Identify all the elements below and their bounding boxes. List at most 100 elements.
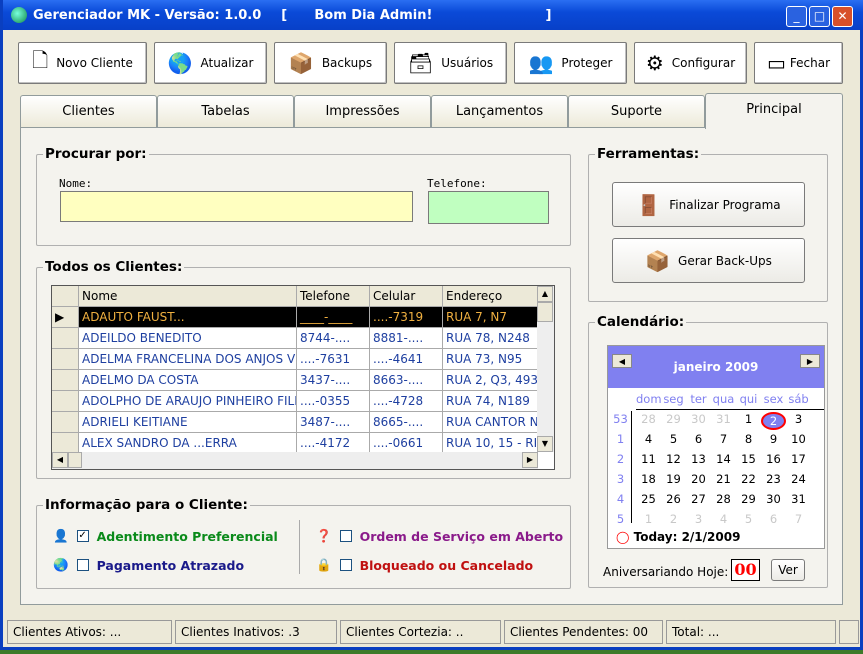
calendar-day[interactable]: 14 [711, 452, 736, 466]
row-selector[interactable]: ▶ [52, 307, 79, 327]
calendar-day[interactable]: 20 [686, 472, 711, 486]
calendar-day[interactable]: 10 [786, 432, 811, 446]
info-atrazado[interactable]: 🌏 Pagamento Atrazado [53, 557, 244, 573]
calendar-day[interactable]: 27 [686, 492, 711, 506]
calendar-day[interactable]: 4 [711, 512, 736, 526]
table-cell[interactable]: 8665-.... [370, 412, 443, 432]
row-selector[interactable] [52, 412, 79, 432]
table-cell[interactable]: RUA 2, Q3, 493 [443, 370, 538, 390]
calendar-day[interactable]: 28 [636, 412, 661, 426]
info-preferencial[interactable]: 👤 ✓ Adentimento Preferencial [53, 528, 278, 544]
calendar-day[interactable]: 2 [661, 512, 686, 526]
table-cell[interactable]: ADOLPHO DE ARAUJO PINHEIRO FILH [79, 391, 297, 411]
tab-principal[interactable]: Principal [705, 93, 843, 129]
finalizar-programa-button[interactable]: 🚪 Finalizar Programa [612, 182, 805, 227]
table-row[interactable]: ADEILDO BENEDITO 8744-.... 8881-.... RUA 78… [52, 328, 538, 349]
table-cell[interactable]: RUA 74, N189 [443, 391, 538, 411]
tab-suporte[interactable]: Suporte [568, 95, 705, 128]
table-cell[interactable]: 8744-.... [297, 328, 370, 348]
info-ordem[interactable]: ❓ Ordem de Serviço em Aberto [316, 528, 563, 544]
gerar-backups-button[interactable]: 📦 Gerar Back-Ups [612, 238, 805, 283]
prev-month-button[interactable]: ◀ [612, 354, 632, 368]
maximize-button[interactable]: □ [809, 6, 830, 27]
calendar-day[interactable]: 24 [786, 472, 811, 486]
table-cell[interactable]: ....-4641 [370, 349, 443, 369]
calendar-day[interactable]: 7 [786, 512, 811, 526]
calendar-day[interactable]: 4 [636, 432, 661, 446]
atualizar-button[interactable]: 🌎 Atualizar [154, 42, 267, 84]
scroll-up-button[interactable]: ▲ [537, 286, 553, 302]
calendar-day[interactable]: 30 [761, 492, 786, 506]
tab-tabelas[interactable]: Tabelas [157, 95, 294, 128]
calendar-day[interactable]: 11 [636, 452, 661, 466]
calendar-day[interactable]: 15 [736, 452, 761, 466]
next-month-button[interactable]: ▶ [800, 354, 820, 368]
vertical-scrollbar[interactable]: ▲ ▼ [537, 286, 554, 452]
scroll-thumb[interactable] [537, 302, 553, 322]
table-cell[interactable]: ....-0355 [297, 391, 370, 411]
minimize-button[interactable]: _ [786, 6, 807, 27]
bloqueado-checkbox[interactable] [339, 559, 352, 571]
calendar-day[interactable]: 26 [661, 492, 686, 506]
table-cell[interactable]: RUA CANTOR NE [443, 412, 538, 432]
table-cell[interactable]: ADAUTO FAUST... [79, 307, 297, 327]
table-row[interactable]: ADELMA FRANCELINA DOS ANJOS VII ....-7631… [52, 349, 538, 370]
table-cell[interactable]: RUA 10, 15 - RIA [443, 433, 538, 453]
calendar-day[interactable]: 3 [686, 512, 711, 526]
calendar-day[interactable]: 21 [711, 472, 736, 486]
table-cell[interactable]: ....-7631 [297, 349, 370, 369]
table-cell[interactable]: ADRIELI KEITIANE [79, 412, 297, 432]
ordem-checkbox[interactable] [339, 530, 352, 542]
column-header-telefone[interactable]: Telefone [297, 286, 370, 306]
calendar-day[interactable]: 12 [661, 452, 686, 466]
hscroll-thumb[interactable] [68, 452, 82, 468]
table-cell[interactable]: 8663-.... [370, 370, 443, 390]
table-cell[interactable]: 3487-.... [297, 412, 370, 432]
calendar-day[interactable]: 19 [661, 472, 686, 486]
table-cell[interactable]: ALEX SANDRO DA ...ERRA [79, 433, 297, 453]
fechar-button[interactable]: ▭ Fechar [754, 42, 843, 84]
calendar-day[interactable]: 25 [636, 492, 661, 506]
calendar-day[interactable]: 5 [736, 512, 761, 526]
scroll-left-button[interactable]: ◀ [52, 452, 68, 468]
column-header-nome[interactable]: Nome [79, 286, 297, 306]
table-row[interactable]: ▶ ADAUTO FAUST... ____-____ ....-7319 RUA 7,… [52, 307, 538, 328]
table-row[interactable]: ADRIELI KEITIANE 3487-.... 8665-.... RUA CA… [52, 412, 538, 433]
horizontal-scrollbar[interactable]: ◀ ▶ [52, 452, 538, 469]
tab-impressoes[interactable]: Impressões [294, 95, 431, 128]
calendar-day[interactable]: 29 [661, 412, 686, 426]
scroll-down-button[interactable]: ▼ [537, 436, 553, 452]
ver-button[interactable]: Ver [771, 559, 805, 581]
table-cell[interactable]: RUA 78, N248 [443, 328, 538, 348]
usuarios-button[interactable]: 🗃 Usuários [394, 42, 507, 84]
table-cell[interactable]: 8881-.... [370, 328, 443, 348]
info-bloqueado[interactable]: 🔒 Bloqueado ou Cancelado [316, 557, 533, 573]
calendar-day[interactable]: 16 [761, 452, 786, 466]
table-cell[interactable]: ADELMA FRANCELINA DOS ANJOS VII [79, 349, 297, 369]
table-cell[interactable]: RUA 73, N95 [443, 349, 538, 369]
preferencial-checkbox[interactable]: ✓ [76, 530, 89, 542]
novo-cliente-button[interactable]: 🗋 Novo Cliente [18, 42, 147, 84]
calendar-day[interactable]: 31 [786, 492, 811, 506]
calendar-day[interactable]: 2 [761, 412, 786, 430]
row-selector[interactable] [52, 433, 79, 453]
column-header-celular[interactable]: Celular [370, 286, 443, 306]
calendar-day[interactable]: 30 [686, 412, 711, 426]
table-cell[interactable]: ....-4172 [297, 433, 370, 453]
row-selector[interactable] [52, 349, 79, 369]
calendar-day[interactable]: 6 [761, 512, 786, 526]
calendar-day[interactable]: 3 [786, 412, 811, 426]
calendar-day[interactable]: 1 [736, 412, 761, 426]
phone-search-input[interactable] [428, 191, 549, 224]
backups-button[interactable]: 📦 Backups [274, 42, 387, 84]
table-row[interactable]: ADOLPHO DE ARAUJO PINHEIRO FILH ....-0355… [52, 391, 538, 412]
calendar[interactable]: ◀ janeiro 2009 ▶ dom seg ter qua qui sex sáb 53… [607, 345, 825, 549]
calendar-day[interactable]: 18 [636, 472, 661, 486]
calendar-day[interactable]: 13 [686, 452, 711, 466]
calendar-day[interactable]: 5 [661, 432, 686, 446]
calendar-day[interactable]: 9 [761, 432, 786, 446]
table-cell[interactable]: ____-____ [297, 307, 370, 327]
table-row[interactable]: ADELMO DA COSTA 3437-.... 8663-.... RUA 2, … [52, 370, 538, 391]
table-cell[interactable]: 3437-.... [297, 370, 370, 390]
row-selector[interactable] [52, 328, 79, 348]
